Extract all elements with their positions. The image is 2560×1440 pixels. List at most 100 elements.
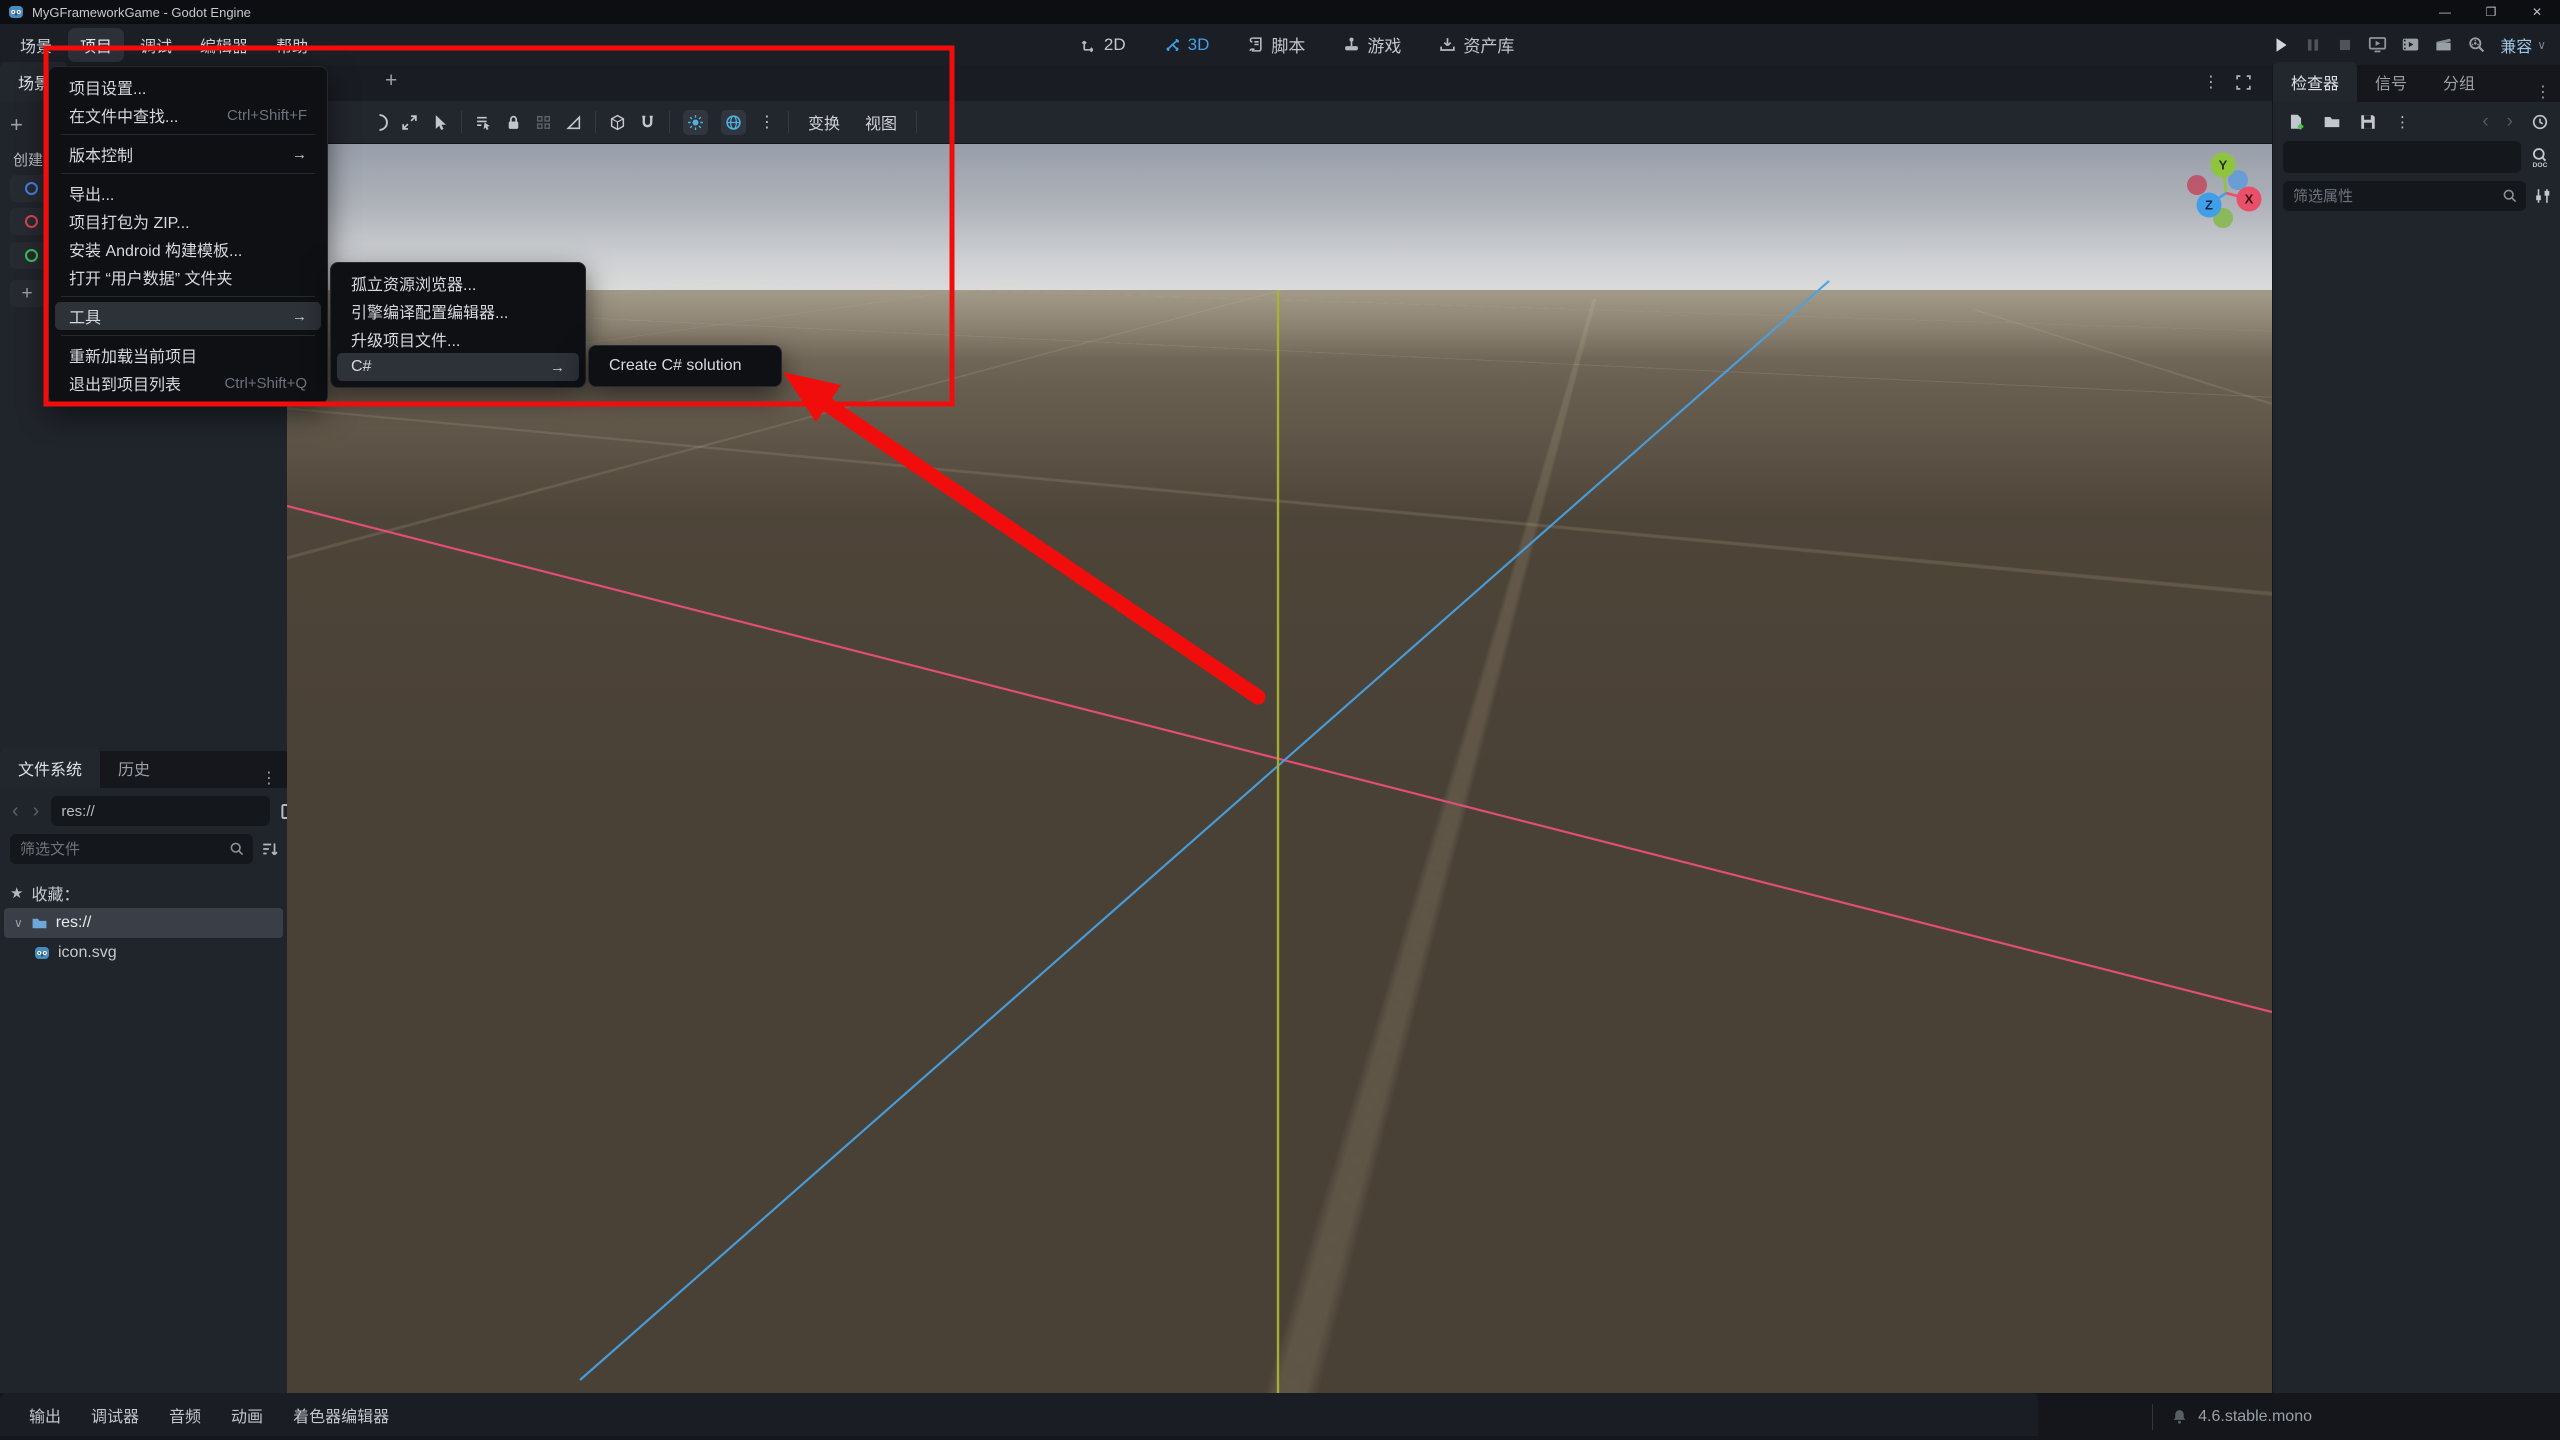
cube-gizmo-icon[interactable] xyxy=(609,114,626,131)
menu-item-reload-project[interactable]: 重新加载当前项目 xyxy=(55,341,321,369)
nav-forward-icon[interactable]: › xyxy=(27,800,46,823)
tab-groups[interactable]: 分组 xyxy=(2425,62,2493,102)
menu-item-tools[interactable]: 工具 → xyxy=(55,302,321,330)
menu-item-open-user-data-folder[interactable]: 打开 “用户数据” 文件夹 xyxy=(55,263,321,291)
godot-file-icon xyxy=(34,945,50,961)
select-list-icon[interactable] xyxy=(475,114,492,131)
tab-history[interactable]: 历史 xyxy=(100,748,168,788)
tab-audio[interactable]: 音频 xyxy=(154,1403,216,1427)
pause-button[interactable] xyxy=(2304,36,2322,54)
tab-output[interactable]: 输出 xyxy=(14,1403,76,1427)
filter-properties-input[interactable] xyxy=(2293,181,2502,211)
menu-project[interactable]: 项目 xyxy=(68,27,125,62)
workspace-2d[interactable]: 2D xyxy=(1070,31,1136,59)
group-icon[interactable] xyxy=(535,114,552,131)
tree-row-iconsvg[interactable]: icon.svg xyxy=(0,938,287,968)
ui-scene-icon xyxy=(25,249,38,262)
menu-debug[interactable]: 调试 xyxy=(128,28,184,62)
tab-filesystem[interactable]: 文件系统 xyxy=(0,748,101,788)
csharp-submenu-popup: Create C# solution xyxy=(588,345,782,387)
menu-item-engine-compile-config[interactable]: 引擎编译配置编辑器... xyxy=(337,297,579,325)
restore-button[interactable]: ❐ xyxy=(2468,0,2514,24)
menu-scene[interactable]: 场景 xyxy=(8,28,64,62)
new-scene-tab-button[interactable]: + xyxy=(385,69,397,93)
preview-environment-icon[interactable] xyxy=(721,109,746,135)
bottom-bar: 输出 调试器 音频 动画 着色器编辑器 4.6.stable.mono xyxy=(0,1393,2560,1440)
menu-editor[interactable]: 编辑器 xyxy=(188,28,260,62)
expand-viewport-icon[interactable] xyxy=(2235,74,2252,91)
view-gizmo[interactable]: Y X Z xyxy=(2177,144,2272,254)
close-button[interactable]: ✕ xyxy=(2514,0,2560,24)
lock-icon[interactable] xyxy=(505,114,522,131)
tab-shader-editor[interactable]: 着色器编辑器 xyxy=(278,1403,404,1427)
sort-files-icon[interactable] xyxy=(261,840,279,858)
menu-item-upgrade-project-files[interactable]: 升级项目文件... xyxy=(337,325,579,353)
path-field[interactable] xyxy=(51,796,271,826)
history-clock-icon[interactable] xyxy=(2531,113,2549,131)
property-tools-icon[interactable] xyxy=(2534,187,2552,205)
save-icon[interactable] xyxy=(2359,113,2377,131)
new-resource-icon[interactable] xyxy=(2287,113,2305,131)
menu-item-version-control[interactable]: 版本控制 → xyxy=(55,140,321,168)
profiler-search-icon[interactable] xyxy=(2467,35,2486,54)
play-scene-button[interactable] xyxy=(2368,35,2387,54)
tab-signals[interactable]: 信号 xyxy=(2357,62,2425,102)
tab-debugger[interactable]: 调试器 xyxy=(76,1403,154,1427)
resource-options-icon[interactable]: ⋮ xyxy=(2395,113,2410,131)
filesystem-menu-icon[interactable]: ⋮ xyxy=(251,768,287,788)
menu-item-create-csharp-solution[interactable]: Create C# solution xyxy=(595,352,775,380)
renderer-selector[interactable]: 兼容 ∨ xyxy=(2500,33,2546,57)
tab-inspector[interactable]: 检查器 xyxy=(2273,62,2358,102)
rotate-tool-icon[interactable] xyxy=(371,113,388,131)
tab-animation[interactable]: 动画 xyxy=(216,1403,278,1427)
notification-bell-icon[interactable] xyxy=(2171,1408,2188,1425)
menu-item-find-in-files[interactable]: 在文件中查找... Ctrl+Shift+F xyxy=(55,101,321,129)
menu-item-csharp[interactable]: C# → xyxy=(337,353,579,381)
minimize-button[interactable]: — xyxy=(2422,0,2468,24)
play-button[interactable] xyxy=(2272,36,2290,54)
tools-submenu-popup: 孤立资源浏览器... 引擎编译配置编辑器... 升级项目文件... C# → xyxy=(330,262,586,388)
workspace-3d[interactable]: 3D xyxy=(1154,31,1220,59)
transform-menu[interactable]: 变换 xyxy=(802,110,846,134)
bottom-panel-tabs: 输出 调试器 音频 动画 着色器编辑器 4.6.stable.mono xyxy=(0,1393,2312,1436)
menu-item-pack-zip[interactable]: 项目打包为 ZIP... xyxy=(55,207,321,235)
menu-help[interactable]: 帮助 xyxy=(264,28,320,62)
scale-tool-icon[interactable] xyxy=(401,114,418,131)
inspector-dock-menu-icon[interactable]: ⋮ xyxy=(2525,82,2560,102)
open-docs-icon[interactable]: DOC xyxy=(2529,146,2551,168)
main-toolbar: 场景 项目 调试 编辑器 帮助 2D 3D 脚本 游戏 资产库 兼容 ∨ xyxy=(0,24,2560,66)
history-forward-icon[interactable]: › xyxy=(2507,111,2513,133)
add-node-button[interactable]: + xyxy=(10,112,23,138)
preview-sunlight-icon[interactable] xyxy=(683,109,708,135)
workspace-assetlib[interactable]: 资产库 xyxy=(1429,28,1524,61)
version-label[interactable]: 4.6.stable.mono xyxy=(2198,1408,2312,1426)
create-3d-scene-button[interactable] xyxy=(10,208,46,235)
filter-files-input[interactable] xyxy=(20,834,229,864)
menu-item-orphan-resource-explorer[interactable]: 孤立资源浏览器... xyxy=(337,269,579,297)
history-back-icon[interactable]: ‹ xyxy=(2482,111,2488,133)
viewport-options-icon[interactable]: ⋮ xyxy=(759,112,775,132)
select-tool-icon[interactable] xyxy=(431,114,448,131)
3d-scene-icon xyxy=(25,215,38,228)
menu-item-export[interactable]: 导出... xyxy=(55,179,321,207)
create-ui-scene-button[interactable] xyxy=(10,242,46,269)
menu-item-quit-to-project-list[interactable]: 退出到项目列表 Ctrl+Shift+Q xyxy=(55,369,321,397)
tree-row-res[interactable]: ∨ res:// xyxy=(4,908,283,938)
ruler-icon[interactable] xyxy=(565,114,582,131)
play-custom-scene-button[interactable] xyxy=(2401,35,2420,54)
view-menu[interactable]: 视图 xyxy=(859,110,903,134)
nav-back-icon[interactable]: ‹ xyxy=(6,800,25,823)
stop-button[interactable] xyxy=(2336,36,2354,54)
movie-maker-button[interactable] xyxy=(2434,35,2453,54)
menu-item-install-android-template[interactable]: 安装 Android 构建模板... xyxy=(55,235,321,263)
create-2d-scene-button[interactable] xyxy=(10,175,46,202)
node-name-field[interactable] xyxy=(2283,141,2521,173)
load-resource-folder-icon[interactable] xyxy=(2323,113,2341,131)
snap-magnet-icon[interactable] xyxy=(639,114,656,131)
create-other-node-button[interactable]: + xyxy=(10,280,44,307)
tabstrip-menu-icon[interactable]: ⋮ xyxy=(2203,72,2219,92)
tree-collapse-icon[interactable]: ∨ xyxy=(14,916,23,930)
workspace-game[interactable]: 游戏 xyxy=(1333,28,1411,61)
workspace-script[interactable]: 脚本 xyxy=(1237,28,1315,61)
menu-item-project-settings[interactable]: 项目设置... xyxy=(55,73,321,101)
